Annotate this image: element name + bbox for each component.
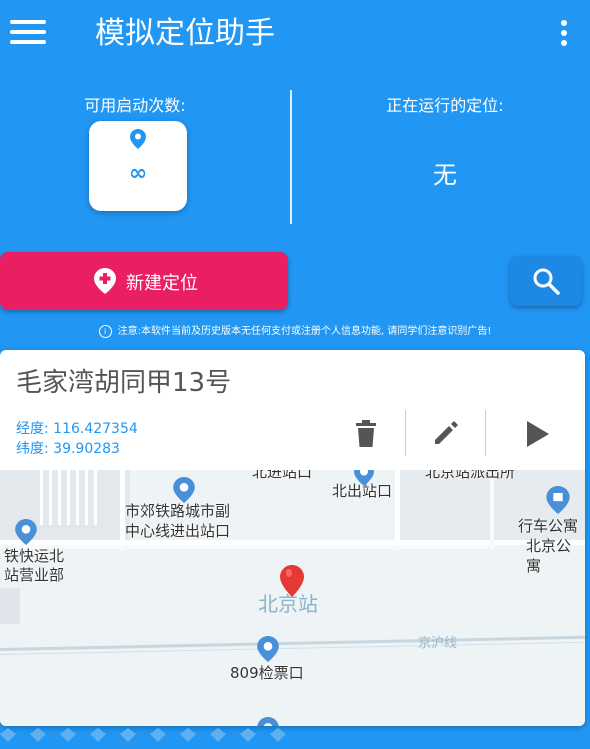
action-divider xyxy=(405,410,406,456)
search-button[interactable] xyxy=(510,256,582,306)
new-location-button[interactable]: 新建定位 xyxy=(0,252,288,310)
start-button[interactable] xyxy=(513,408,563,458)
map-view[interactable]: 北进站口 北京站派出所 北出站口 市郊铁路城市副 中心线进出站口 铁快运北 站营… xyxy=(0,470,585,726)
app-title: 模拟定位助手 xyxy=(95,16,275,51)
delete-button[interactable] xyxy=(341,408,391,458)
poi-pin-icon[interactable] xyxy=(257,717,279,726)
location-card: 毛家湾胡同甲13号 经度: 116.427354 纬度: 39.90283 北进… xyxy=(0,350,585,726)
running-location-label: 正在运行的定位: xyxy=(386,96,504,115)
hamburger-icon[interactable] xyxy=(10,20,46,50)
map-railway-label: 京沪线 xyxy=(418,636,458,651)
map-label: 809检票口 xyxy=(230,664,304,682)
location-marker-icon[interactable] xyxy=(280,565,304,597)
map-pin-icon xyxy=(130,129,146,149)
pencil-icon xyxy=(435,421,458,444)
edit-button[interactable] xyxy=(421,408,471,458)
stats-divider xyxy=(290,90,292,224)
longitude-text: 经度: 116.427354 xyxy=(16,421,138,437)
available-count-card: ∞ xyxy=(89,121,187,211)
search-icon xyxy=(533,268,560,295)
poi-pin-icon[interactable] xyxy=(354,470,374,486)
poi-pin-icon[interactable] xyxy=(15,519,37,545)
add-location-icon xyxy=(94,268,116,294)
action-divider xyxy=(485,410,486,456)
play-icon xyxy=(527,421,549,447)
poi-pin-icon[interactable] xyxy=(257,636,279,662)
available-count-value: ∞ xyxy=(128,161,148,186)
map-label: 北京站派出所 xyxy=(425,470,516,481)
app-bar: 模拟定位助手 xyxy=(0,0,590,70)
location-name: 毛家湾胡同甲13号 xyxy=(16,368,232,398)
trash-icon xyxy=(356,420,376,447)
map-label: 北京公寓 xyxy=(526,537,572,575)
map-label: 北进站口 xyxy=(252,470,313,481)
running-location-value: 无 xyxy=(433,161,457,189)
map-label: 行车公寓 xyxy=(518,517,579,535)
new-location-label: 新建定位 xyxy=(126,273,198,294)
available-count-label: 可用启动次数: xyxy=(84,96,186,115)
hotel-pin-icon[interactable] xyxy=(546,486,570,514)
map-label: 站营业部 xyxy=(4,566,65,584)
bottom-decoration xyxy=(0,728,286,742)
map-label: 铁快运北 xyxy=(4,547,65,565)
disclaimer-notice: i 注意:本软件当前及历史版本无任何支付或注册个人信息功能, 请同学们注意识别广告… xyxy=(0,322,590,338)
more-vert-icon[interactable] xyxy=(558,20,570,50)
map-label: 市郊铁路城市副 xyxy=(125,502,231,520)
map-label: 中心线进出站口 xyxy=(125,522,231,540)
info-icon: i xyxy=(98,324,112,338)
latitude-text: 纬度: 39.90283 xyxy=(16,441,120,457)
poi-pin-icon[interactable] xyxy=(173,477,195,503)
